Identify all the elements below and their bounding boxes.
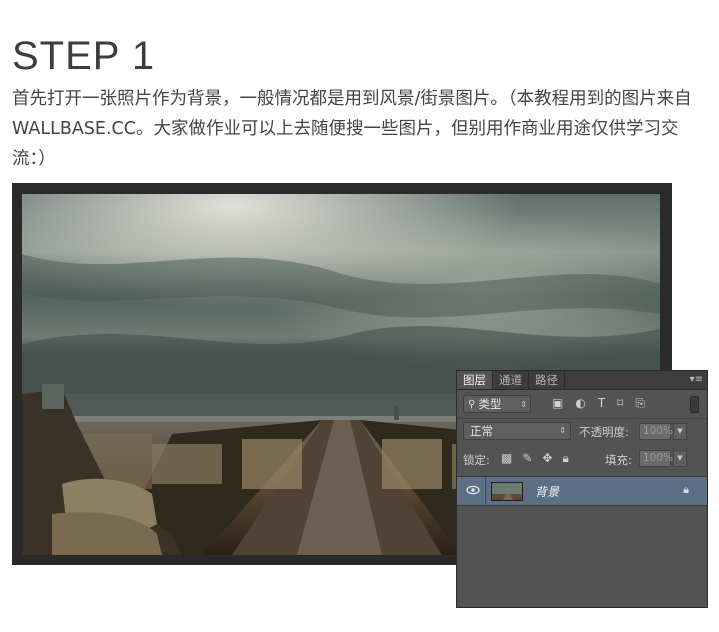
- smart-object-filter-icon[interactable]: ⎘: [635, 396, 645, 411]
- blend-mode-dropdown[interactable]: 正常 ⇕: [463, 422, 571, 440]
- adjustment-filter-icon[interactable]: ◐: [575, 396, 585, 411]
- filter-icons: ▣ ◐ T ⌑ ⎘: [552, 396, 645, 411]
- opacity-input[interactable]: 100%: [639, 423, 673, 440]
- tab-paths[interactable]: 路径: [529, 371, 565, 389]
- intro-text: 首先打开一张照片作为背景，一般情况都是用到风景/街景图片。（本教程用到的图片来自…: [12, 89, 692, 169]
- lock-label: 锁定:: [463, 453, 490, 467]
- shape-filter-icon[interactable]: ⌑: [617, 396, 623, 411]
- lock-image-icon[interactable]: ✎: [522, 451, 532, 466]
- panel-tab-bar: 图层 通道 路径 ▾≡: [457, 371, 707, 390]
- image-filter-icon[interactable]: ▣: [552, 396, 563, 411]
- chevron-updown-icon: ⇕: [559, 426, 566, 435]
- lock-icon: 🔒︎: [683, 483, 689, 496]
- divider: [457, 418, 707, 419]
- filter-kind-dropdown[interactable]: ⚲ 类型 ⇕: [463, 395, 531, 413]
- lock-position-icon[interactable]: ✥: [542, 451, 552, 466]
- lock-icons: ▩ ✎ ✥ 🔒︎: [501, 451, 569, 466]
- opacity-label: 不透明度:: [579, 425, 629, 439]
- lock-transparent-icon[interactable]: ▩: [501, 451, 512, 466]
- opacity-dropdown-button[interactable]: ▼: [673, 423, 687, 440]
- layers-panel: 图层 通道 路径 ▾≡ ⚲ 类型 ⇕ ▣ ◐ T ⌑ ⎘ 正常 ⇕ 不透明度: …: [456, 370, 708, 608]
- chevron-updown-icon: ⇕: [520, 399, 527, 409]
- fill-dropdown-button[interactable]: ▼: [673, 450, 687, 467]
- fill-input[interactable]: 100%: [639, 450, 673, 467]
- type-filter-icon[interactable]: T: [598, 396, 605, 411]
- eye-icon[interactable]: [466, 485, 480, 495]
- search-icon: ⚲: [468, 398, 476, 410]
- layer-thumbnail: [491, 482, 523, 501]
- filter-kind-label: 类型: [478, 397, 502, 411]
- filter-toggle[interactable]: [690, 396, 699, 413]
- tab-channels[interactable]: 通道: [493, 371, 529, 389]
- lock-all-icon[interactable]: 🔒︎: [562, 451, 568, 466]
- blend-mode-value: 正常: [470, 424, 493, 438]
- layer-name[interactable]: 背景: [535, 483, 559, 500]
- layer-row[interactable]: 背景 🔒︎: [457, 476, 707, 506]
- divider: [485, 477, 486, 505]
- tab-layers[interactable]: 图层: [457, 371, 493, 389]
- fill-label: 填充:: [605, 453, 632, 467]
- step-heading: STEP 1: [12, 34, 156, 78]
- panel-menu-icon[interactable]: ▾≡: [690, 374, 703, 385]
